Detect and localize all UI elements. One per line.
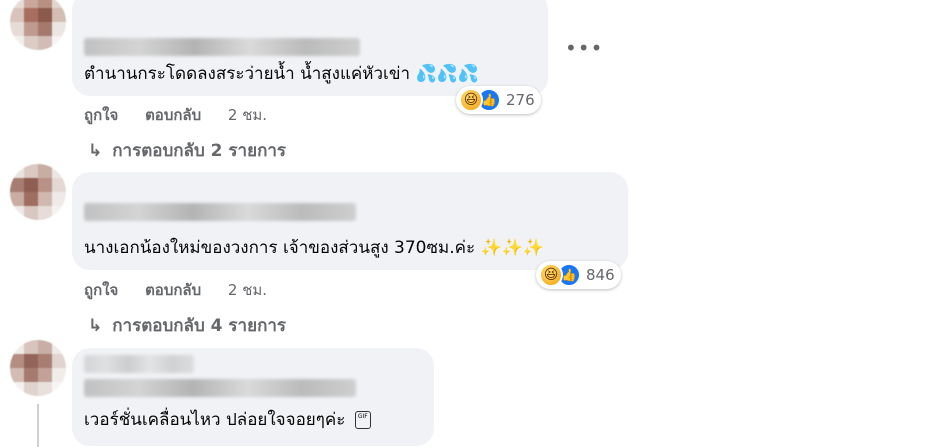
haha-reaction-icon: 😆 [459,88,483,112]
reaction-summary[interactable]: 😆 👍 846 [536,261,621,289]
author-name-blurred[interactable] [84,38,360,56]
reply-button[interactable]: ตอบกลับ [145,281,201,299]
comment-body: เวอร์ชั่นเคลื่อนไหว ปล่อยใจจอยๆค่ะ [84,410,346,430]
comment-text: นางเอกน้องใหม่ของวงการ เจ้าของส่วนสูง 37… [84,237,544,259]
avatar[interactable] [10,0,66,50]
view-replies-link[interactable]: ↳ การตอบกลับ 4 รายการ [88,312,286,339]
like-button[interactable]: ถูกใจ [84,281,118,299]
timestamp[interactable]: 2 ชม. [228,281,267,299]
avatar[interactable] [10,164,66,220]
author-name-blurred[interactable] [84,355,194,373]
gif-icon: GIF [354,411,371,429]
comment-body: นางเอกน้องใหม่ของวงการ เจ้าของส่วนสูง 37… [84,238,476,258]
reaction-count: 846 [586,266,615,284]
more-horizontal-icon[interactable]: ••• [565,36,603,60]
reaction-count: 276 [506,91,535,109]
reply-button[interactable]: ตอบกลับ [145,106,201,124]
replies-label: การตอบกลับ 2 รายการ [112,141,287,161]
comment-text: ตำนานกระโดดลงสระว่ายน้ำ น้ำสูงแค่หัวเข่า… [84,63,479,85]
like-button[interactable]: ถูกใจ [84,106,118,124]
avatar[interactable] [10,340,66,396]
reaction-summary[interactable]: 😆 👍 276 [456,86,541,114]
haha-reaction-icon: 😆 [539,263,563,287]
reply-arrow-icon: ↳ [88,316,103,336]
replies-label: การตอบกลับ 4 รายการ [112,316,287,336]
view-replies-link[interactable]: ↳ การตอบกลับ 2 รายการ [88,137,286,164]
comment-body: ตำนานกระโดดลงสระว่ายน้ำ น้ำสูงแค่หัวเข่า [84,64,411,84]
reply-arrow-icon: ↳ [88,141,103,161]
timestamp[interactable]: 2 ชม. [228,106,267,124]
comment-actions: ถูกใจ ตอบกลับ 2 ชม. [84,103,289,127]
author-name-blurred[interactable] [84,203,356,221]
author-name-blurred[interactable] [84,379,356,397]
comment-actions: ถูกใจ ตอบกลับ 2 ชม. [84,278,289,302]
comment-text: เวอร์ชั่นเคลื่อนไหว ปล่อยใจจอยๆค่ะ GIF [84,409,371,431]
droplets-emoji: 💦💦💦 [415,64,479,84]
sparkles-emoji: ✨✨✨ [480,238,545,258]
thread-line [37,404,39,447]
